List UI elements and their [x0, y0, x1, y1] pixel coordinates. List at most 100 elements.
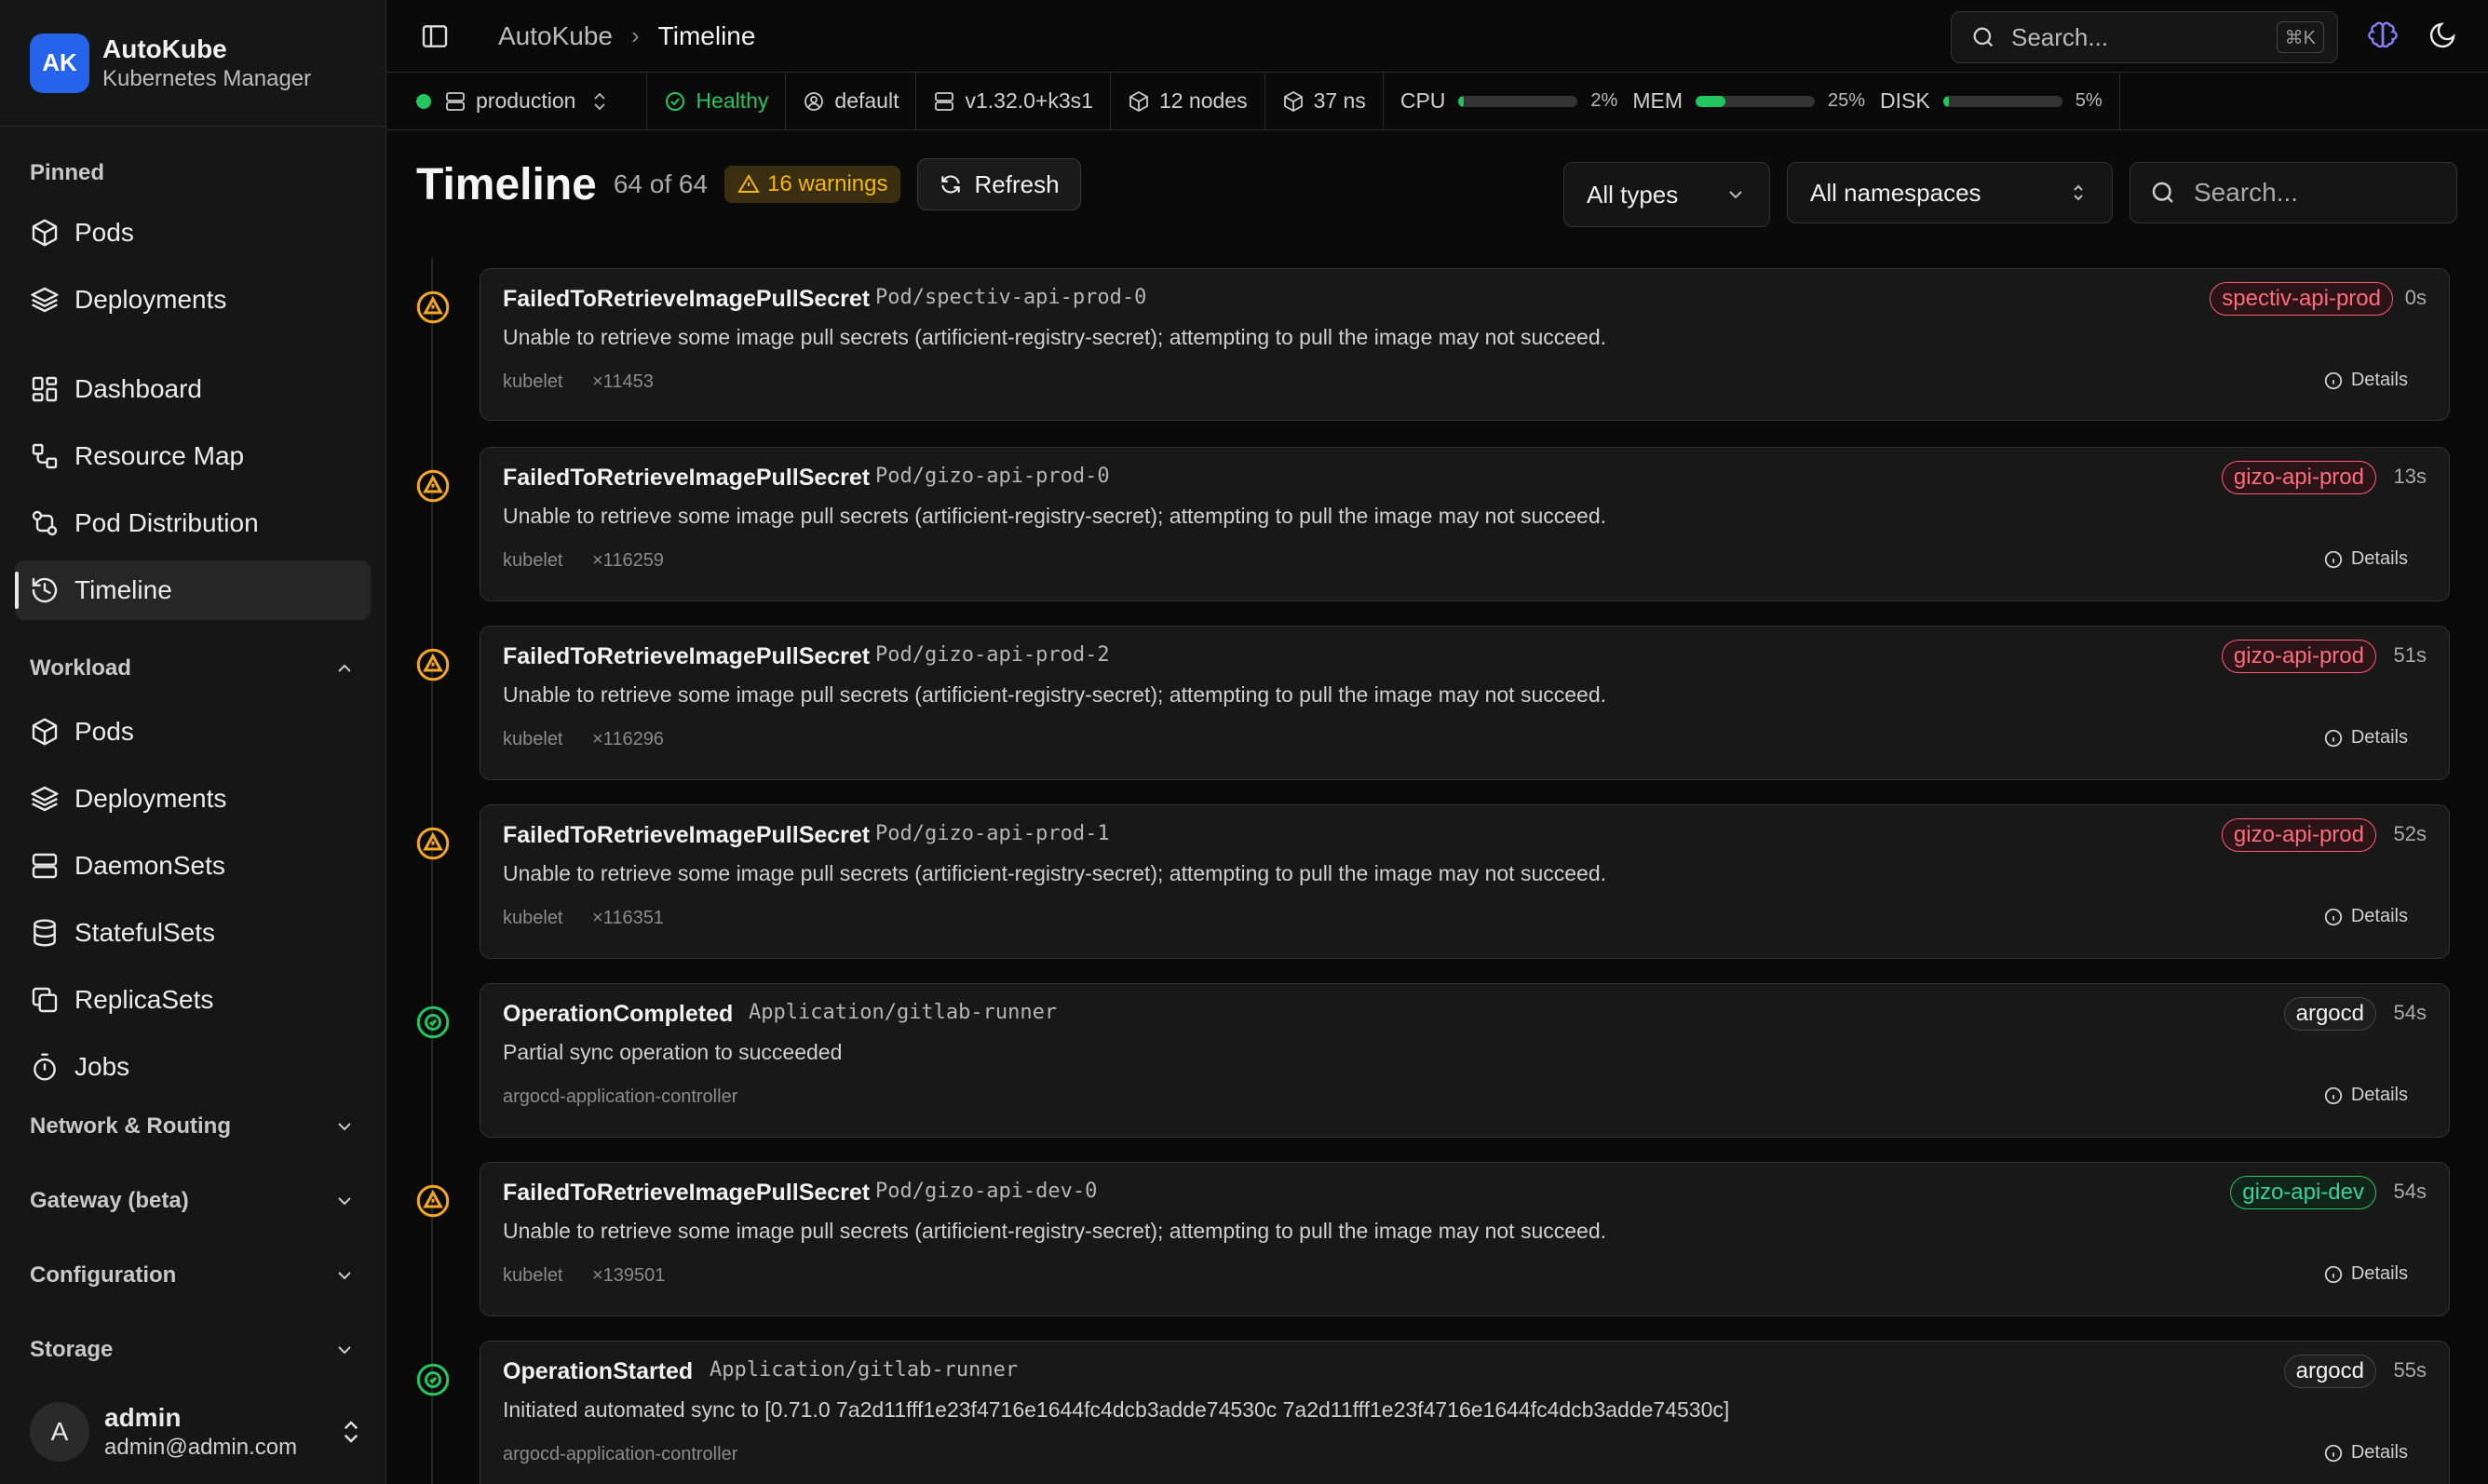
mem-meter [1695, 95, 1815, 107]
cluster-name: production [476, 88, 576, 113]
event-card[interactable]: FailedToRetrieveImagePullSecret Pod/gizo-… [480, 626, 2450, 780]
normal-event-icon [416, 1005, 450, 1039]
cube-icon [1129, 90, 1148, 112]
event-source: kubelet [503, 371, 563, 392]
event-object[interactable]: Pod/spectiv-api-prod-0 [875, 286, 1146, 309]
namespace-badge[interactable]: gizo-api-dev [2230, 1176, 2376, 1209]
server-icon [32, 853, 58, 879]
namespace-badge[interactable]: argocd [2283, 1355, 2376, 1388]
main: AutoKube › Timeline Search... ⌘K product… [386, 0, 2488, 1484]
event-object[interactable]: Application/gitlab-runner [710, 1358, 1018, 1382]
event-object[interactable]: Pod/gizo-api-dev-0 [875, 1180, 1097, 1203]
event-age: 54s [2393, 1180, 2427, 1203]
breadcrumb-root[interactable]: AutoKube [498, 21, 613, 51]
section-network-toggle[interactable]: Network & Routing [30, 1113, 356, 1140]
sidebar-item-replicasets[interactable]: ReplicaSets [15, 970, 371, 1030]
brand-name: AutoKube [102, 34, 227, 63]
type-filter-select[interactable]: All types [1563, 162, 1770, 227]
section-configuration-toggle[interactable]: Configuration [30, 1262, 356, 1288]
section-label: Network & Routing [30, 1113, 231, 1139]
chevrons-up-down-icon [344, 1421, 358, 1443]
sidebar-item-jobs[interactable]: Jobs [15, 1037, 371, 1097]
details-button[interactable]: Details [2323, 727, 2408, 749]
info-icon [2324, 371, 2343, 389]
event-source: kubelet [503, 550, 563, 571]
warnings-label: 16 warnings [767, 171, 888, 196]
details-button[interactable]: Details [2323, 1263, 2408, 1285]
event-search-input[interactable]: Search... [2130, 162, 2457, 223]
section-workload-toggle[interactable]: Workload [30, 655, 356, 681]
sidebar-item-pods[interactable]: Pods [15, 702, 371, 762]
event-card[interactable]: FailedToRetrieveImagePullSecret Pod/gizo-… [480, 1162, 2450, 1316]
details-button[interactable]: Details [2323, 548, 2408, 570]
namespace-filter-select[interactable]: All namespaces [1787, 162, 2113, 223]
sidebar-item-deployments[interactable]: Deployments [15, 769, 371, 829]
search-icon [1973, 27, 1994, 47]
event-count: ×11453 [592, 371, 654, 392]
event-card[interactable]: FailedToRetrieveImagePullSecret Pod/spect… [480, 268, 2450, 421]
event-age: 13s [2393, 465, 2427, 488]
global-search[interactable]: Search... ⌘K [1951, 11, 2338, 63]
event-age: 51s [2393, 643, 2427, 667]
sidebar-item-pinned-pods[interactable]: Pods [15, 203, 371, 263]
sidebar-item-statefulsets[interactable]: StatefulSets [15, 903, 371, 963]
details-label: Details [2350, 1442, 2408, 1463]
event-age: 0s [2404, 286, 2427, 309]
namespace-badge[interactable]: gizo-api-prod [2221, 818, 2376, 852]
details-button[interactable]: Details [2323, 1085, 2408, 1106]
event-reason: FailedToRetrieveImagePullSecret [503, 822, 871, 848]
section-storage-toggle[interactable]: Storage [30, 1337, 356, 1363]
event-card[interactable]: FailedToRetrieveImagePullSecret Pod/gizo-… [480, 804, 2450, 959]
sidebar-item-pinned-deployments[interactable]: Deployments [15, 270, 371, 330]
server-icon [935, 91, 954, 111]
ns-count-label: 37 ns [1313, 88, 1366, 113]
event-count: ×116296 [592, 729, 664, 749]
section-label: Gateway (beta) [30, 1188, 189, 1213]
namespace-status[interactable]: default [786, 72, 917, 130]
breadcrumb-current: Timeline [657, 20, 756, 50]
sidebar-item-label: Pod Distribution [74, 508, 259, 537]
namespace-badge[interactable]: argocd [2283, 997, 2376, 1031]
details-button[interactable]: Details [2323, 906, 2408, 927]
sidebar-item-daemonsets[interactable]: DaemonSets [15, 836, 371, 896]
section-gateway-toggle[interactable]: Gateway (beta) [30, 1188, 356, 1214]
event-count: ×139501 [592, 1265, 666, 1286]
sidebar-item-pod-distribution[interactable]: Pod Distribution [15, 493, 371, 553]
version-label: v1.32.0+k3s1 [965, 88, 1093, 113]
sidebar-item-dashboard[interactable]: Dashboard [15, 359, 371, 419]
status-dot [416, 93, 431, 109]
event-card[interactable]: OperationCompleted Application/gitlab-run… [480, 983, 2450, 1138]
section-label: Workload [30, 655, 131, 681]
event-object[interactable]: Pod/gizo-api-prod-1 [875, 822, 1110, 845]
refresh-button[interactable]: Refresh [917, 158, 1081, 210]
details-button[interactable]: Details [2323, 370, 2408, 391]
info-icon [2324, 550, 2343, 568]
warnings-badge[interactable]: 16 warnings [724, 166, 901, 203]
event-card[interactable]: OperationStarted Application/gitlab-runne… [480, 1341, 2450, 1484]
shortcut-badge: ⌘K [2276, 21, 2324, 53]
cluster-selector[interactable]: production [416, 72, 648, 130]
sidebar-item-resource-map[interactable]: Resource Map [15, 426, 371, 486]
event-age: 52s [2393, 822, 2427, 845]
sidebar-toggle-icon[interactable] [420, 21, 450, 51]
cube-icon [1283, 90, 1303, 112]
namespace-badge[interactable]: gizo-api-prod [2221, 640, 2376, 673]
event-card[interactable]: FailedToRetrieveImagePullSecret Pod/gizo-… [480, 447, 2450, 601]
event-object[interactable]: Pod/gizo-api-prod-0 [875, 465, 1110, 488]
event-object[interactable]: Application/gitlab-runner [749, 1001, 1057, 1024]
event-message: Partial sync operation to succeeded [503, 1040, 843, 1064]
refresh-label: Refresh [974, 169, 1060, 198]
brand[interactable]: AK AutoKube Kubernetes Manager [0, 0, 385, 127]
chevron-down-icon [338, 1123, 351, 1131]
event-object[interactable]: Pod/gizo-api-prod-2 [875, 643, 1110, 667]
user-menu[interactable]: A admin admin@admin.com [30, 1402, 365, 1462]
namespace-badge[interactable]: spectiv-api-prod [2210, 282, 2393, 316]
brain-icon[interactable] [2368, 20, 2398, 50]
details-button[interactable]: Details [2323, 1442, 2408, 1464]
moon-icon[interactable] [2427, 20, 2457, 50]
details-label: Details [2350, 906, 2408, 926]
namespace-badge[interactable]: gizo-api-prod [2221, 461, 2376, 494]
info-icon [2324, 1265, 2343, 1283]
copy-icon [32, 987, 58, 1013]
sidebar-item-timeline[interactable]: Timeline [15, 560, 371, 620]
